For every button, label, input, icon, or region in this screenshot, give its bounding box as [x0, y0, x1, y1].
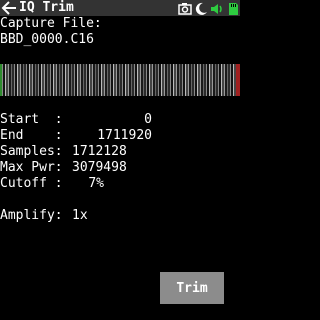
capture-file-label: Capture File:	[0, 16, 102, 31]
waterfall-display[interactable]	[0, 64, 240, 96]
start-marker[interactable]	[0, 64, 2, 96]
samples-label: Samples:	[0, 144, 63, 159]
moon-icon[interactable]	[194, 1, 208, 15]
max-pwr-value: 3079498	[72, 160, 127, 175]
cutoff-label: Cutoff :	[0, 176, 63, 191]
sd-card-icon[interactable]	[226, 1, 240, 15]
samples-value: 1712128	[72, 144, 127, 159]
status-icons	[178, 0, 240, 16]
camera-icon[interactable]	[178, 1, 192, 15]
start-label: Start :	[0, 112, 63, 127]
amplify-value[interactable]: 1x	[72, 208, 88, 224]
end-value[interactable]: 1711920	[88, 128, 152, 144]
end-marker[interactable]	[236, 64, 240, 96]
max-pwr-label: Max Pwr:	[0, 160, 63, 175]
speaker-icon[interactable]	[210, 1, 224, 15]
page-title: IQ Trim	[19, 0, 74, 15]
arrow-left-icon[interactable]	[1, 0, 17, 16]
amplify-label: Amplify:	[0, 208, 63, 223]
start-value[interactable]: 0	[104, 112, 152, 128]
capture-filename: BBD_0000.C16	[0, 32, 94, 47]
cutoff-value[interactable]: 7%	[80, 176, 104, 192]
end-label: End :	[0, 128, 63, 143]
trim-button[interactable]: Trim	[160, 272, 224, 304]
